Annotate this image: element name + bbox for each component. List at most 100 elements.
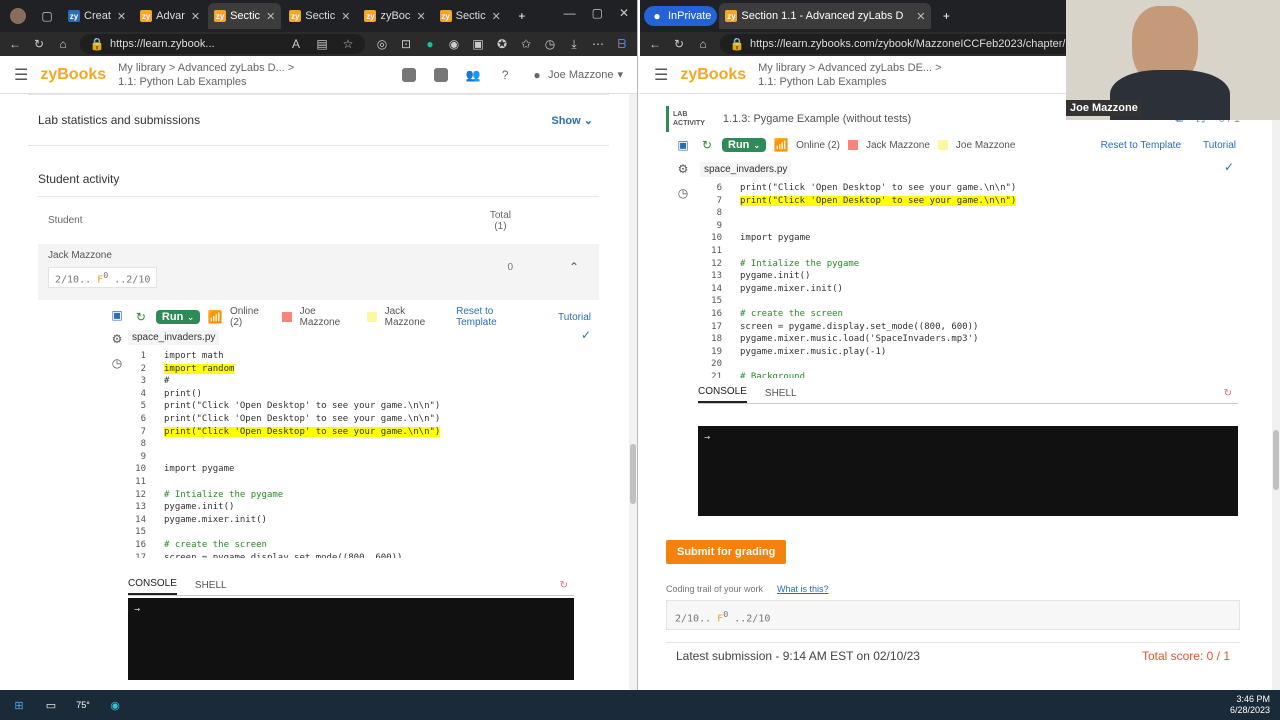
settings-icon[interactable]: ⚙ bbox=[110, 332, 124, 346]
page-scrollbar[interactable] bbox=[629, 94, 637, 690]
console-output[interactable]: → bbox=[128, 598, 574, 680]
new-tab-button[interactable]: + bbox=[509, 3, 535, 29]
extension-icon[interactable]: ✪ bbox=[495, 37, 509, 51]
online-count: Online (2) bbox=[796, 139, 840, 151]
clock[interactable]: 3:46 PM 6/28/2023 bbox=[1230, 694, 1270, 716]
breadcrumb-library[interactable]: My library > Advanced zyLabs D... bbox=[118, 62, 285, 74]
refresh-console-icon[interactable]: ↻ bbox=[560, 580, 568, 595]
submit-for-grading-button[interactable]: Submit for grading bbox=[666, 540, 787, 564]
favorite-star-icon[interactable]: ☆ bbox=[341, 37, 355, 51]
browser-tab[interactable]: zy Advar ✕ bbox=[134, 3, 206, 29]
tutorial-link[interactable]: Tutorial bbox=[558, 312, 591, 323]
close-tab-icon[interactable]: ✕ bbox=[492, 10, 501, 23]
minimize-icon[interactable]: — bbox=[564, 6, 576, 20]
refresh-icon[interactable]: ↻ bbox=[32, 37, 46, 51]
tab-console[interactable]: CONSOLE bbox=[698, 386, 747, 403]
reset-template-button[interactable]: Reset to Template bbox=[456, 306, 536, 328]
book-icon[interactable] bbox=[434, 67, 449, 82]
extension-icon[interactable]: ◉ bbox=[447, 37, 461, 51]
lab-stats-title: Lab statistics and submissions bbox=[38, 113, 201, 127]
what-is-this-link[interactable]: What is this? bbox=[777, 584, 829, 594]
refresh-console-icon[interactable]: ↻ bbox=[1224, 388, 1232, 403]
user-menu[interactable]: ● Joe Mazzone ▾ bbox=[530, 68, 623, 82]
tutorial-link[interactable]: Tutorial bbox=[1203, 140, 1236, 151]
tab-console[interactable]: CONSOLE bbox=[128, 578, 177, 595]
extension-icon[interactable]: ▣ bbox=[471, 37, 485, 51]
extension-icon[interactable]: ⊡ bbox=[399, 37, 413, 51]
total-score: Total score: 0 / 1 bbox=[1141, 648, 1230, 663]
browser-tab[interactable]: zy Sectic ✕ bbox=[434, 3, 507, 29]
show-button[interactable]: Show ⌄ bbox=[551, 114, 593, 127]
menu-icon[interactable]: ☰ bbox=[654, 65, 668, 85]
workspaces-icon[interactable]: ▢ bbox=[34, 3, 60, 29]
run-history-icon[interactable]: ▣ bbox=[110, 308, 124, 322]
tab-section[interactable]: zy Section 1.1 - Advanced zyLabs D ✕ bbox=[719, 3, 932, 29]
refresh-icon[interactable]: ↻ bbox=[672, 37, 686, 51]
close-window-icon[interactable]: ✕ bbox=[619, 6, 629, 20]
browser-tab[interactable]: zy Sectic ✕ bbox=[283, 3, 356, 29]
close-tab-icon[interactable]: ✕ bbox=[191, 10, 200, 23]
reset-template-button[interactable]: Reset to Template bbox=[1101, 140, 1181, 151]
file-tab[interactable]: space_invaders.py bbox=[128, 330, 220, 345]
tab-shell[interactable]: SHELL bbox=[195, 580, 227, 595]
window-controls: — ▢ ✕ bbox=[564, 6, 629, 20]
collapse-icon[interactable]: ⌃ bbox=[569, 260, 579, 274]
browser-tab[interactable]: zy Sectic ✕ bbox=[208, 3, 282, 29]
read-aloud-icon[interactable]: A bbox=[289, 37, 303, 51]
latest-submission-text: Latest submission - 9:14 AM EST on 02/10… bbox=[676, 648, 920, 663]
menu-icon[interactable]: ☰ bbox=[14, 65, 28, 85]
settings-icon[interactable]: ⚙ bbox=[676, 162, 690, 176]
back-icon[interactable]: ← bbox=[8, 37, 22, 51]
file-tab[interactable]: space_invaders.py bbox=[700, 162, 792, 177]
browser-tab[interactable]: zy zyBoc ✕ bbox=[358, 3, 431, 29]
close-tab-icon[interactable]: ✕ bbox=[117, 10, 126, 23]
code-line: 11 bbox=[122, 476, 542, 489]
run-button[interactable]: Run ⌄ bbox=[155, 310, 200, 324]
extension-icon[interactable]: ◎ bbox=[375, 37, 389, 51]
windows-start-icon[interactable]: ⊞ bbox=[10, 696, 28, 714]
back-icon[interactable]: ← bbox=[648, 37, 662, 51]
close-tab-icon[interactable]: ✕ bbox=[341, 10, 350, 23]
close-tab-icon[interactable]: ✕ bbox=[416, 10, 425, 23]
close-tab-icon[interactable]: ✕ bbox=[266, 10, 275, 23]
history-icon[interactable]: ◷ bbox=[543, 37, 557, 51]
inprivate-badge[interactable]: ● InPrivate bbox=[644, 6, 718, 26]
code-text: pygame.init() bbox=[740, 271, 811, 282]
bing-icon[interactable]: ᗷ bbox=[615, 37, 629, 51]
people-icon[interactable]: 👥 bbox=[466, 68, 481, 82]
breadcrumb-library[interactable]: My library > Advanced zyLabs DE... > bbox=[758, 61, 941, 75]
browser-tab[interactable]: zy Creat ✕ bbox=[62, 3, 132, 29]
profile-avatar[interactable] bbox=[4, 3, 32, 29]
code-editor[interactable]: 1 import math 2 import random 3 #4 print() 5 pri… bbox=[122, 350, 542, 558]
favorites-icon[interactable]: ✩ bbox=[519, 37, 533, 51]
url-field[interactable]: 🔒 https://learn.zybook... A ▤ ☆ bbox=[80, 34, 365, 54]
history-icon[interactable]: ◷ bbox=[676, 186, 690, 200]
maximize-icon[interactable]: ▢ bbox=[592, 6, 603, 20]
weather-icon[interactable]: 75° bbox=[74, 696, 92, 714]
console-output[interactable]: → bbox=[698, 426, 1238, 516]
page-scrollbar[interactable] bbox=[1272, 94, 1280, 690]
run-button[interactable]: Run ⌄ bbox=[722, 138, 767, 152]
more-icon[interactable]: ⋯ bbox=[591, 37, 605, 51]
zybooks-logo[interactable]: zyBooks bbox=[40, 66, 106, 84]
download-icon[interactable]: ⤓ bbox=[567, 37, 581, 51]
task-view-icon[interactable]: ▭ bbox=[42, 696, 60, 714]
edge-icon[interactable]: ◉ bbox=[106, 696, 124, 714]
close-tab-icon[interactable]: ✕ bbox=[916, 10, 925, 23]
code-editor[interactable]: 6 print("Click 'Open Desktop' to see your… bbox=[698, 182, 1178, 378]
grammarly-icon[interactable]: ● bbox=[423, 37, 437, 51]
run-history-icon[interactable]: ▣ bbox=[676, 138, 690, 152]
refresh-code-icon[interactable]: ↻ bbox=[700, 138, 714, 152]
home-icon[interactable]: ⌂ bbox=[696, 37, 710, 51]
student-activity-header: Student activity bbox=[38, 146, 599, 190]
zybooks-logo[interactable]: zyBooks bbox=[680, 66, 746, 84]
refresh-code-icon[interactable]: ↻ bbox=[134, 310, 148, 324]
reader-icon[interactable]: ▤ bbox=[315, 37, 329, 51]
code-text: screen = pygame.display.set_mode((800, 6… bbox=[740, 321, 979, 332]
new-tab-button[interactable]: + bbox=[933, 3, 959, 29]
help-icon[interactable]: ? bbox=[498, 68, 512, 82]
tab-shell[interactable]: SHELL bbox=[765, 388, 797, 403]
home-icon[interactable]: ⌂ bbox=[56, 37, 70, 51]
alert-icon[interactable] bbox=[402, 67, 417, 82]
table-row[interactable]: Jack Mazzone 2/10.. F0 ..2/10 0 ⌃ bbox=[38, 244, 599, 300]
